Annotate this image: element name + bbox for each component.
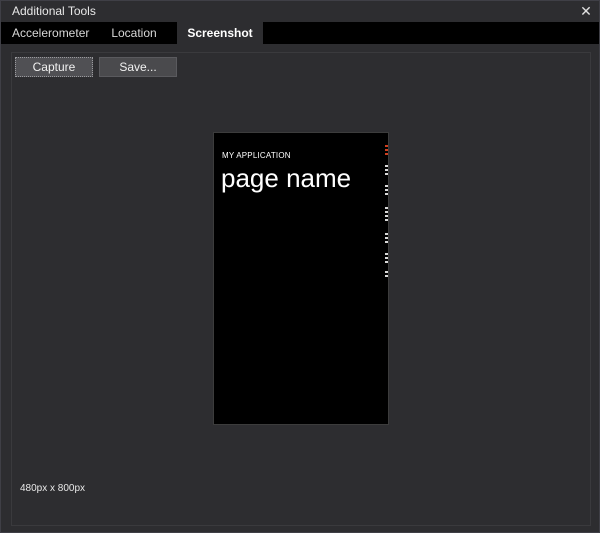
tab-screenshot[interactable]: Screenshot xyxy=(177,22,263,44)
counter-tick xyxy=(385,253,388,255)
counter-tick xyxy=(385,215,388,217)
close-icon[interactable]: ✕ xyxy=(579,1,593,21)
window-title: Additional Tools xyxy=(12,4,96,18)
counter-tick xyxy=(385,257,388,259)
counter-tick xyxy=(385,207,388,209)
counter-tick xyxy=(385,261,388,263)
counter-tick xyxy=(385,193,388,195)
frame-rate-counters xyxy=(385,145,388,280)
tab-strip: Accelerometer Location Screenshot xyxy=(1,22,599,44)
preview-app-title: MY APPLICATION xyxy=(222,151,291,160)
counter-tick xyxy=(385,173,388,175)
counter-tick xyxy=(385,211,388,213)
title-bar: Additional Tools ✕ xyxy=(1,1,599,21)
counter-tick xyxy=(385,145,388,147)
counter-tick xyxy=(385,233,388,235)
screenshot-tab-content: Capture Save... MY APPLICATION page name xyxy=(1,44,599,532)
counter-tick xyxy=(385,237,388,239)
screenshot-preview: MY APPLICATION page name xyxy=(213,132,389,425)
resolution-label: 480px x 800px xyxy=(20,483,86,494)
tab-accelerometer[interactable]: Accelerometer xyxy=(1,22,93,44)
tab-location[interactable]: Location xyxy=(99,22,169,44)
counter-tick xyxy=(385,149,388,151)
counter-tick xyxy=(385,219,388,221)
counter-tick xyxy=(385,153,388,155)
counter-tick xyxy=(385,275,388,277)
counter-tick xyxy=(385,165,388,167)
counter-tick xyxy=(385,271,388,273)
counter-tick xyxy=(385,189,388,191)
save-button[interactable]: Save... xyxy=(99,57,177,77)
counter-tick xyxy=(385,169,388,171)
additional-tools-window: Additional Tools ✕ Accelerometer Locatio… xyxy=(0,0,600,533)
preview-page-name: page name xyxy=(221,163,352,193)
counter-tick xyxy=(385,241,388,243)
capture-button[interactable]: Capture xyxy=(15,57,93,77)
counter-tick xyxy=(385,185,388,187)
